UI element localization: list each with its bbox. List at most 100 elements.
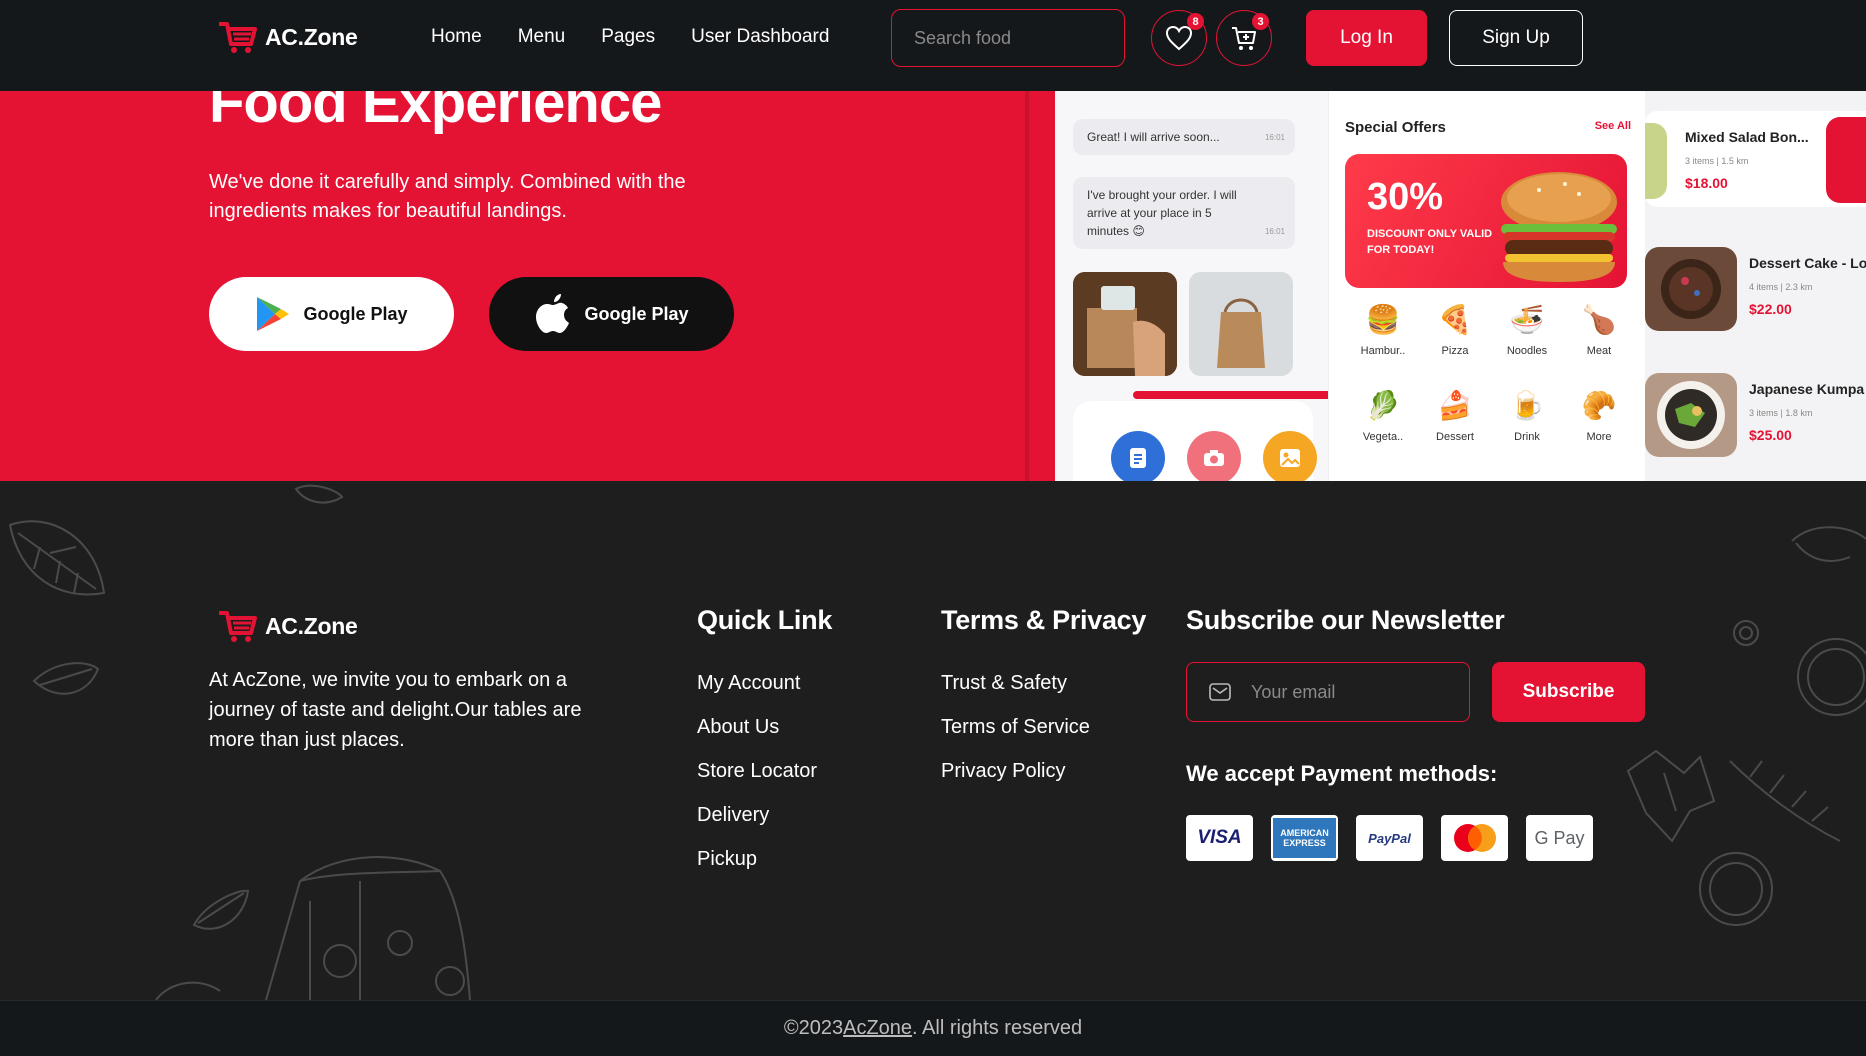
dish-card[interactable]: Japanese Kumpa 3 items | 1.8 km $25.00 — [1645, 373, 1866, 481]
dish-image — [1645, 123, 1667, 199]
newsletter-email-input[interactable] — [1251, 681, 1441, 703]
dish-meta: 3 items | 1.5 km — [1685, 156, 1749, 166]
mail-icon — [1209, 683, 1231, 701]
category-label: Pizza — [1441, 345, 1469, 357]
dish-meta: 3 items | 1.8 km — [1749, 408, 1813, 418]
category-meat[interactable]: 🍗 Meat — [1567, 299, 1631, 358]
brand-logo[interactable]: AC.Zone — [217, 20, 358, 54]
footer-link-pickup[interactable]: Pickup — [697, 847, 817, 871]
footer-link-about-us[interactable]: About Us — [697, 715, 817, 739]
noodles-icon: 🍜 — [1509, 303, 1545, 335]
terms-link-list: Trust & Safety Terms of Service Privacy … — [941, 671, 1090, 803]
google-play-button[interactable]: Google Play — [209, 277, 454, 351]
footer-link-privacy-policy[interactable]: Privacy Policy — [941, 759, 1090, 783]
hero-section: Food Experience We've done it carefully … — [0, 91, 1866, 481]
category-label: Dessert — [1436, 431, 1474, 443]
offer-banner[interactable]: 30% DISCOUNT ONLY VALID FOR TODAY! — [1345, 154, 1627, 288]
subscribe-button[interactable]: Subscribe — [1492, 662, 1645, 722]
delete-icon[interactable] — [1826, 117, 1866, 203]
google-play-icon — [257, 297, 290, 331]
dish-card[interactable]: Dessert Cake - Lo 4 items | 2.3 km $22.0… — [1645, 247, 1866, 355]
nav-home[interactable]: Home — [431, 26, 482, 48]
dish-name: Mixed Salad Bon... — [1685, 129, 1809, 145]
newsletter-email-field — [1186, 662, 1470, 722]
camera-icon[interactable] — [1187, 431, 1241, 481]
category-label: More — [1586, 431, 1612, 443]
google-pay-logo: G Pay — [1526, 815, 1593, 861]
copyright-prefix: ©2023 — [783, 1017, 844, 1039]
copyright-suffix: . All rights reserved — [912, 1017, 1083, 1039]
drink-icon: 🍺 — [1509, 389, 1545, 421]
search-box — [891, 9, 1146, 67]
special-offers-title: Special Offers — [1345, 119, 1446, 136]
apple-icon — [536, 294, 570, 333]
cart-logo-icon — [219, 611, 257, 642]
wishlist-count-badge: 8 — [1187, 13, 1204, 30]
nav-user-dashboard[interactable]: User Dashboard — [691, 26, 829, 48]
cart-count-badge: 3 — [1252, 13, 1269, 30]
search-input[interactable] — [914, 27, 1146, 49]
heart-icon — [1165, 25, 1193, 51]
chat-time: 16:01 — [1264, 133, 1285, 142]
vegetable-icon: 🥬 — [1365, 389, 1401, 421]
dish-name: Dessert Cake - Lo — [1749, 255, 1866, 271]
dish-price: $25.00 — [1749, 427, 1792, 443]
nav-menu[interactable]: Menu — [518, 26, 566, 48]
hero-subtitle: We've done it carefully and simply. Comb… — [209, 171, 686, 222]
copyright-link[interactable]: AcZone — [843, 1017, 912, 1040]
site-footer: AC.Zone At AcZone, we invite you to emba… — [0, 481, 1866, 1000]
category-label: Hambur.. — [1360, 345, 1406, 357]
signup-button[interactable]: Sign Up — [1449, 10, 1583, 66]
dish-name: Japanese Kumpa — [1749, 381, 1865, 397]
chat-message: I've brought your order. I will arrive a… — [1087, 188, 1237, 238]
document-icon[interactable] — [1111, 431, 1165, 481]
footer-link-trust-safety[interactable]: Trust & Safety — [941, 671, 1090, 695]
category-hamburger[interactable]: 🍔 Hambur.. — [1351, 299, 1415, 358]
see-all-link[interactable]: See All — [1595, 120, 1631, 132]
app-store-button[interactable]: Google Play — [489, 277, 734, 351]
wishlist-button[interactable]: 8 — [1151, 10, 1207, 66]
footer-link-delivery[interactable]: Delivery — [697, 803, 817, 827]
delivery-photo — [1073, 272, 1177, 376]
cart-button[interactable]: 3 — [1216, 10, 1272, 66]
category-label: Vegeta.. — [1362, 431, 1404, 443]
login-button[interactable]: Log In — [1306, 10, 1427, 66]
amex-logo: AMERICAN EXPRESS — [1271, 815, 1338, 861]
footer-link-my-account[interactable]: My Account — [697, 671, 817, 695]
chat-message: Great! I will arrive soon... — [1087, 130, 1220, 144]
cart-icon — [1232, 27, 1256, 50]
gallery-icon[interactable] — [1263, 431, 1317, 481]
category-noodles[interactable]: 🍜 Noodles — [1495, 299, 1559, 358]
dish-price: $18.00 — [1685, 175, 1728, 191]
copyright-bar: ©2023 AcZone . All rights reserved — [0, 1000, 1866, 1056]
dish-meta: 4 items | 2.3 km — [1749, 282, 1813, 292]
dish-image — [1645, 247, 1737, 331]
category-label: Noodles — [1506, 345, 1548, 357]
category-vegetable[interactable]: 🥬 Vegeta.. — [1351, 385, 1415, 444]
more-icon: 🥐 — [1581, 389, 1617, 421]
category-pizza[interactable]: 🍕 Pizza — [1423, 299, 1487, 358]
newsletter-title: Subscribe our Newsletter — [1186, 605, 1505, 635]
footer-link-store-locator[interactable]: Store Locator — [697, 759, 817, 783]
top-header: AC.Zone Home Menu Pages User Dashboard 8… — [0, 0, 1866, 91]
payment-methods-title: We accept Payment methods: — [1186, 761, 1498, 786]
footer-brand-logo[interactable]: AC.Zone — [217, 609, 358, 643]
quick-link-list: My Account About Us Store Locator Delive… — [697, 671, 817, 891]
hamburger-icon: 🍔 — [1365, 303, 1401, 335]
chat-bubble: I've brought your order. I will arrive a… — [1073, 177, 1295, 249]
offer-note: DISCOUNT ONLY VALID FOR TODAY! — [1367, 228, 1493, 256]
dessert-icon: 🍰 — [1437, 389, 1473, 421]
cart-logo-icon — [219, 22, 257, 53]
dish-price: $22.00 — [1749, 301, 1792, 317]
category-more[interactable]: 🥐 More — [1567, 385, 1631, 444]
category-dessert[interactable]: 🍰 Dessert — [1423, 385, 1487, 444]
main-nav: Home Menu Pages User Dashboard — [431, 26, 829, 48]
category-drink[interactable]: 🍺 Drink — [1495, 385, 1559, 444]
nav-pages[interactable]: Pages — [601, 26, 655, 48]
category-label: Drink — [1514, 431, 1540, 443]
quick-link-title: Quick Link — [697, 605, 833, 635]
dish-card[interactable]: Mixed Salad Bon... 3 items | 1.5 km $18.… — [1645, 111, 1866, 219]
pizza-icon: 🍕 — [1437, 303, 1473, 335]
paypal-logo: PayPal — [1356, 815, 1423, 861]
footer-link-terms-of-service[interactable]: Terms of Service — [941, 715, 1090, 739]
